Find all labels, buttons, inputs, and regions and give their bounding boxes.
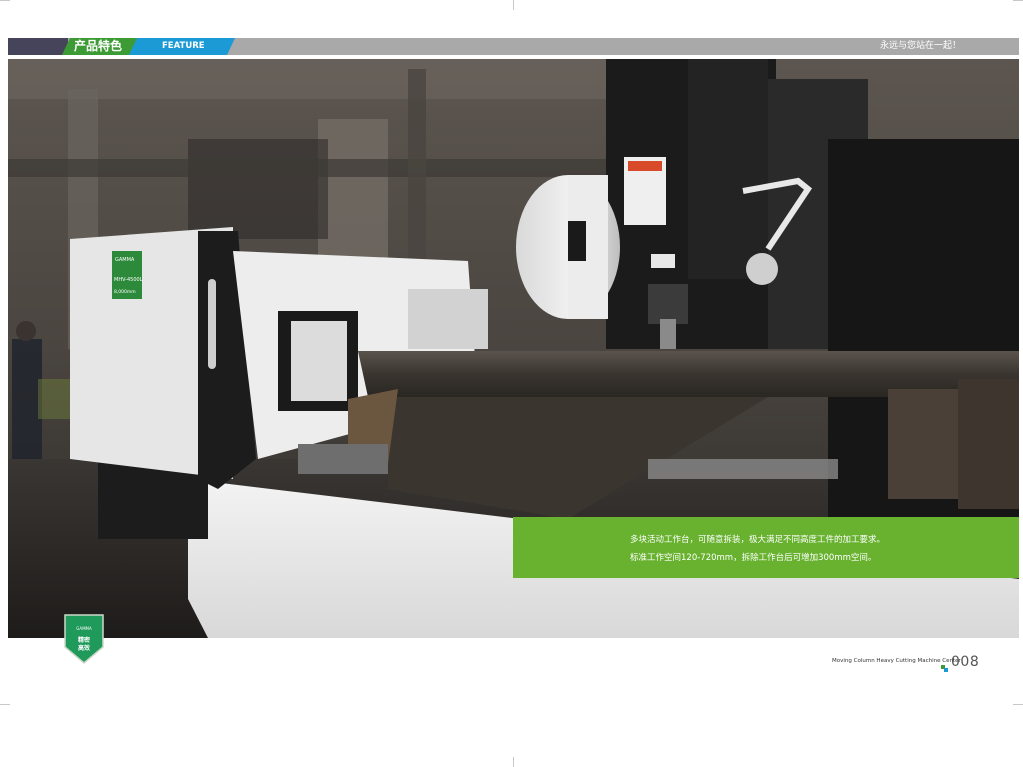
section-label: 产品特色 — [62, 38, 138, 55]
slogan: 永远与您站在一起！ — [879, 41, 961, 51]
crop-mark — [1013, 704, 1023, 705]
crop-mark — [513, 0, 514, 10]
page-number: 008 — [951, 654, 980, 670]
caption-line-1: 多块活动工作台，可随意拆装，极大满足不同高度工件的加工要求。 — [630, 535, 886, 545]
nameplate-model: MHV-4500L — [114, 277, 143, 283]
section-label-en: FEATURE — [129, 38, 235, 55]
header-accent — [8, 38, 68, 55]
nameplate-spec: 8,000mm — [114, 289, 136, 295]
crop-mark — [0, 0, 10, 1]
badge-line-2: 高效 — [78, 644, 90, 652]
crop-mark — [1013, 0, 1023, 1]
badge-line-1: 精密 — [78, 636, 90, 644]
square-icon — [941, 657, 948, 672]
badge-brand: GAMMA — [76, 626, 92, 631]
feature-caption: 多块活动工作台，可随意拆装，极大满足不同高度工件的加工要求。 标准工作空间120… — [513, 517, 1019, 578]
crop-mark — [0, 704, 10, 705]
crop-mark — [513, 757, 514, 767]
nameplate-brand: GAMMA — [115, 257, 135, 263]
caption-line-2: 标准工作空间120-720mm，拆除工作台后可增加300mm空间。 — [630, 553, 877, 563]
quality-badge: GAMMA 精密 高效 — [63, 613, 105, 665]
